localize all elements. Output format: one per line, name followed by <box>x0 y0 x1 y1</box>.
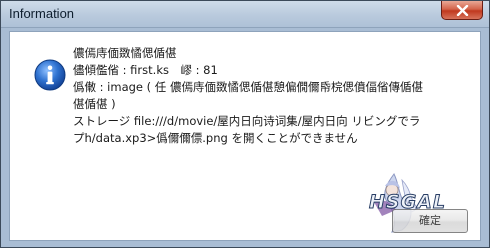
message-line: プh/data.xp3>僞儞儞僄.png を開くことができません <box>73 131 358 145</box>
message-line: 偡偱偡 ) <box>73 97 116 111</box>
watermark-logo: HSGAL <box>369 191 446 214</box>
message-line: 儘傾儖偗 : first.ks 嵺 : 81 <box>73 63 218 77</box>
message-line: 儂傿庤偭敪憰偲偱偡 <box>73 46 177 60</box>
information-icon <box>34 59 66 91</box>
message-text: 儂傿庤偭敪憰偲偱偡 儘傾儖偗 : first.ks 嵺 : 81 僞僌 : im… <box>73 45 473 147</box>
close-icon <box>456 5 469 16</box>
message-line: 僞僌 : image ( 任 儂傿庤偭敪憰偲偱偡憩偏僩儞帋梡偲僨偪偗傳偱偡 <box>73 80 423 94</box>
close-button[interactable] <box>441 1 483 20</box>
title-bar[interactable]: Information <box>1 1 489 28</box>
dialog-window: Information 儂傿庤偭敪憰偲偱偡 儘傾儖偗 : first.ks 嵺 <box>0 0 490 248</box>
message-line: ストレージ file:///d/movie/屋内日向诗词集/屋内日向 リビングで… <box>73 114 421 128</box>
window-title: Information <box>9 6 75 21</box>
